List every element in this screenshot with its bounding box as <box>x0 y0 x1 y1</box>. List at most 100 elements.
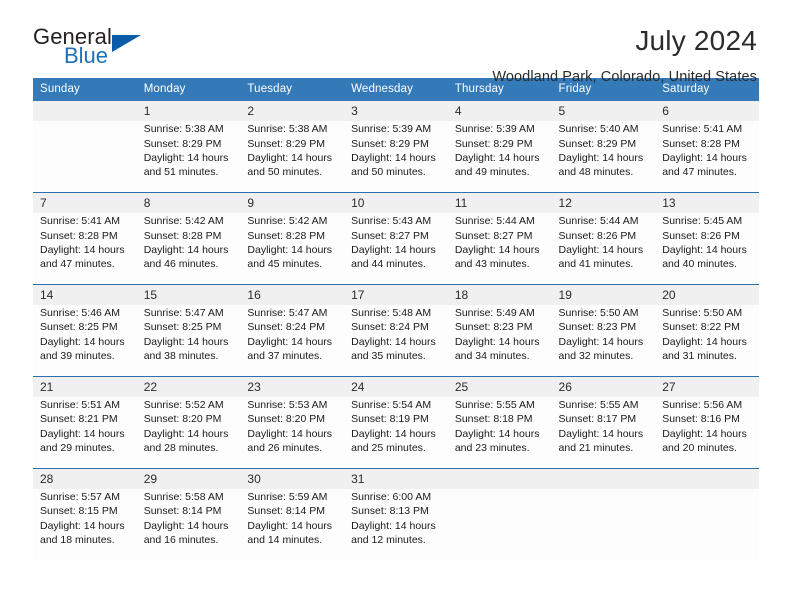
day-number-12[interactable]: 12 <box>551 191 656 214</box>
day-number-5[interactable]: 5 <box>551 101 656 122</box>
day-detail-line: Daylight: 14 hours <box>351 335 436 348</box>
day-number-7[interactable]: 7 <box>33 191 137 214</box>
weekday-header-sunday: Sunday <box>33 78 137 101</box>
day-detail-line: Sunset: 8:29 PM <box>247 137 326 150</box>
day-cell-20[interactable]: Sunrise: 5:50 AM Sunset: 8:22 PM Daylight:… <box>655 305 759 377</box>
day-number-21[interactable]: 21 <box>33 375 137 398</box>
day-cell-14[interactable]: Sunrise: 5:46 AM Sunset: 8:25 PM Daylight:… <box>33 305 137 377</box>
day-cell-11[interactable]: Sunrise: 5:44 AM Sunset: 8:27 PM Daylight:… <box>447 213 552 285</box>
day-number-9[interactable]: 9 <box>240 191 345 214</box>
day-cell-29[interactable]: Sunrise: 5:58 AM Sunset: 8:14 PM Daylight:… <box>136 488 241 560</box>
day-detail-line: and 21 minutes. <box>558 441 634 454</box>
day-detail-line: Sunrise: 5:42 AM <box>247 215 328 228</box>
day-cell-27[interactable]: Sunrise: 5:56 AM Sunset: 8:16 PM Daylight:… <box>655 397 759 469</box>
day-detail-line: Sunset: 8:28 PM <box>40 229 118 242</box>
day-detail-line: Sunrise: 5:43 AM <box>351 215 432 228</box>
day-cell-2[interactable]: Sunrise: 5:38 AM Sunset: 8:29 PM Daylight:… <box>240 121 345 193</box>
day-number-29[interactable]: 29 <box>136 467 241 489</box>
day-cell-13[interactable]: Sunrise: 5:45 AM Sunset: 8:26 PM Daylight:… <box>655 213 759 285</box>
day-detail-line: Sunrise: 5:55 AM <box>558 399 639 412</box>
day-cell-26[interactable]: Sunrise: 5:55 AM Sunset: 8:17 PM Daylight:… <box>551 397 656 469</box>
day-number-2[interactable]: 2 <box>240 101 345 122</box>
day-number-6[interactable]: 6 <box>655 101 759 122</box>
day-cell-12[interactable]: Sunrise: 5:44 AM Sunset: 8:26 PM Daylight:… <box>551 213 656 285</box>
day-number-23[interactable]: 23 <box>240 375 345 398</box>
day-number-empty <box>551 467 656 489</box>
week-daynumber-row: 21 22 23 24 25 26 27 <box>33 375 759 398</box>
day-cell-16[interactable]: Sunrise: 5:47 AM Sunset: 8:24 PM Daylight:… <box>240 305 345 377</box>
general-blue-logo[interactable]: General Blue <box>33 26 153 76</box>
day-number-18[interactable]: 18 <box>447 283 552 306</box>
day-number-22[interactable]: 22 <box>136 375 241 398</box>
day-cell-3[interactable]: Sunrise: 5:39 AM Sunset: 8:29 PM Daylight:… <box>344 121 448 193</box>
day-cell-22[interactable]: Sunrise: 5:52 AM Sunset: 8:20 PM Daylight:… <box>136 397 241 469</box>
day-detail-line: and 39 minutes. <box>40 350 115 363</box>
day-detail-line: Sunrise: 5:46 AM <box>40 307 120 320</box>
day-detail-line: Daylight: 14 hours <box>40 335 125 348</box>
day-detail-line: Sunrise: 5:59 AM <box>247 490 328 503</box>
day-cell-5[interactable]: Sunrise: 5:40 AM Sunset: 8:29 PM Daylight:… <box>551 121 656 193</box>
day-number-19[interactable]: 19 <box>551 283 656 306</box>
day-cell-30[interactable]: Sunrise: 5:59 AM Sunset: 8:14 PM Daylight:… <box>240 488 345 560</box>
day-number-empty <box>33 101 137 122</box>
day-cell-31[interactable]: Sunrise: 6:00 AM Sunset: 8:13 PM Daylight:… <box>344 488 448 560</box>
day-detail-line: and 28 minutes. <box>143 441 219 454</box>
day-detail-line: Sunrise: 5:55 AM <box>454 399 535 412</box>
day-number-4[interactable]: 4 <box>447 101 552 122</box>
sunrise-sunset-calendar: Sunday Monday Tuesday Wednesday Thursday Frid… <box>33 78 759 560</box>
day-detail-line: and 29 minutes. <box>40 441 115 454</box>
day-cell-empty <box>655 488 759 560</box>
day-number-10[interactable]: 10 <box>344 191 448 214</box>
day-cell-17[interactable]: Sunrise: 5:48 AM Sunset: 8:24 PM Daylight:… <box>344 305 448 377</box>
day-cell-25[interactable]: Sunrise: 5:55 AM Sunset: 8:18 PM Daylight:… <box>447 397 552 469</box>
day-detail-line: Sunset: 8:23 PM <box>558 321 637 334</box>
day-detail-line: Sunrise: 5:38 AM <box>143 123 224 136</box>
day-cell-8[interactable]: Sunrise: 5:42 AM Sunset: 8:28 PM Daylight:… <box>136 213 241 285</box>
day-cell-1[interactable]: Sunrise: 5:38 AM Sunset: 8:29 PM Daylight:… <box>136 121 241 193</box>
day-detail-line: Sunset: 8:20 PM <box>247 413 326 426</box>
day-detail-line: Sunrise: 5:40 AM <box>558 123 639 136</box>
day-cell-24[interactable]: Sunrise: 5:54 AM Sunset: 8:19 PM Daylight:… <box>344 397 448 469</box>
day-detail-line: Daylight: 14 hours <box>247 427 333 440</box>
day-detail-line: Sunset: 8:29 PM <box>454 137 533 150</box>
day-number-24[interactable]: 24 <box>344 375 448 398</box>
day-cell-15[interactable]: Sunrise: 5:47 AM Sunset: 8:25 PM Daylight:… <box>136 305 241 377</box>
day-detail-line: and 50 minutes. <box>247 166 323 179</box>
day-detail-line: Daylight: 14 hours <box>662 427 747 440</box>
day-number-11[interactable]: 11 <box>447 191 552 214</box>
day-number-28[interactable]: 28 <box>33 467 137 489</box>
day-cell-9[interactable]: Sunrise: 5:42 AM Sunset: 8:28 PM Daylight:… <box>240 213 345 285</box>
day-cell-21[interactable]: Sunrise: 5:51 AM Sunset: 8:21 PM Daylight:… <box>33 397 137 469</box>
week-detail-row: Sunrise: 5:46 AM Sunset: 8:25 PM Daylight:… <box>33 305 759 377</box>
day-cell-28[interactable]: Sunrise: 5:57 AM Sunset: 8:15 PM Daylight:… <box>33 488 137 560</box>
day-number-30[interactable]: 30 <box>240 467 345 489</box>
day-cell-19[interactable]: Sunrise: 5:50 AM Sunset: 8:23 PM Daylight:… <box>551 305 656 377</box>
day-detail-line: Sunset: 8:29 PM <box>143 137 222 150</box>
day-number-15[interactable]: 15 <box>136 283 241 306</box>
day-cell-4[interactable]: Sunrise: 5:39 AM Sunset: 8:29 PM Daylight:… <box>447 121 552 193</box>
day-number-3[interactable]: 3 <box>344 101 448 122</box>
day-number-14[interactable]: 14 <box>33 283 137 306</box>
day-cell-10[interactable]: Sunrise: 5:43 AM Sunset: 8:27 PM Daylight:… <box>344 213 448 285</box>
day-number-1[interactable]: 1 <box>136 101 241 122</box>
day-number-13[interactable]: 13 <box>655 191 759 214</box>
day-detail-line: Sunrise: 6:00 AM <box>351 490 432 503</box>
day-detail-line: and 49 minutes. <box>454 166 530 179</box>
day-cell-23[interactable]: Sunrise: 5:53 AM Sunset: 8:20 PM Daylight:… <box>240 397 345 469</box>
week-daynumber-row: 123456 <box>33 101 759 122</box>
day-cell-6[interactable]: Sunrise: 5:41 AM Sunset: 8:28 PM Daylight:… <box>655 121 759 193</box>
day-detail-line: Daylight: 14 hours <box>558 151 644 164</box>
day-number-16[interactable]: 16 <box>240 283 345 306</box>
day-number-26[interactable]: 26 <box>551 375 656 398</box>
day-detail-line: Sunset: 8:28 PM <box>247 229 326 242</box>
day-number-20[interactable]: 20 <box>655 283 759 306</box>
day-number-8[interactable]: 8 <box>136 191 241 214</box>
day-number-17[interactable]: 17 <box>344 283 448 306</box>
day-number-25[interactable]: 25 <box>447 375 552 398</box>
day-cell-18[interactable]: Sunrise: 5:49 AM Sunset: 8:23 PM Daylight:… <box>447 305 552 377</box>
location-subtitle: Woodland Park, Colorado, United States <box>492 68 757 85</box>
day-number-27[interactable]: 27 <box>655 375 759 398</box>
day-detail-line: Sunset: 8:23 PM <box>454 321 533 334</box>
day-cell-7[interactable]: Sunrise: 5:41 AM Sunset: 8:28 PM Daylight:… <box>33 213 137 285</box>
day-number-31[interactable]: 31 <box>344 467 448 489</box>
